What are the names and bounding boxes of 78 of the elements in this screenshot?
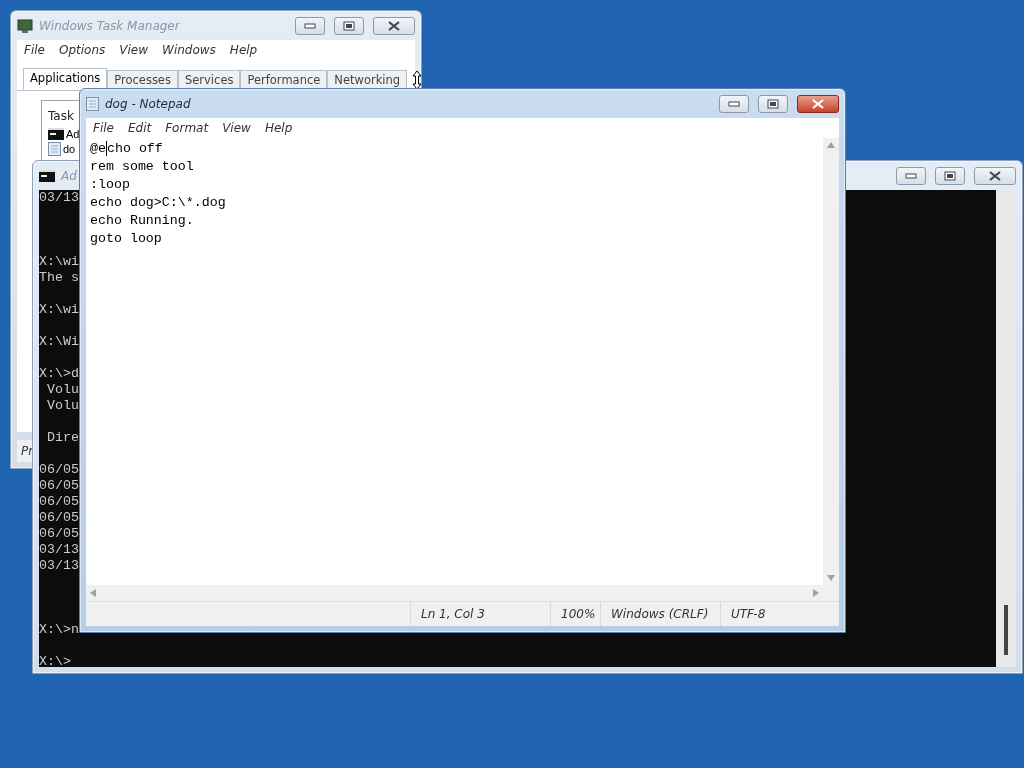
status-text: UTF-8 (720, 602, 839, 626)
menu-item[interactable]: Help (222, 43, 265, 57)
notepad-icon (86, 96, 99, 111)
menu-item[interactable]: File (17, 43, 52, 57)
console-line: 06/05 (39, 462, 79, 478)
menu-item[interactable]: View (215, 121, 258, 135)
close-icon (989, 170, 1001, 181)
console-line: Dire (45, 430, 79, 446)
console-line: Volu (45, 382, 79, 398)
tab[interactable]: Networking (327, 70, 408, 90)
minimize-icon (304, 22, 316, 29)
scroll-up-icon[interactable] (827, 142, 835, 148)
task-item[interactable]: Ad (66, 127, 80, 140)
menu-item[interactable]: Help (257, 121, 300, 135)
scroll-right-icon[interactable] (813, 589, 819, 597)
close-icon (812, 98, 824, 109)
tab[interactable]: Processes (107, 70, 178, 90)
maximize-button[interactable] (758, 94, 788, 113)
console-icon (39, 169, 55, 182)
maximize-icon (767, 98, 779, 109)
console-line: The s (39, 270, 79, 286)
scrollbar[interactable] (996, 190, 1016, 667)
text-line: @e cho off (90, 140, 164, 158)
console-line: X:\> (39, 654, 71, 667)
horizontal-scrollbar[interactable] (86, 585, 823, 601)
close-button[interactable] (974, 166, 1016, 185)
window-title: Windows Task Manager (39, 18, 180, 33)
close-button[interactable] (373, 16, 415, 35)
menu-item[interactable]: File (86, 121, 121, 135)
console-line: X:\wi (39, 302, 79, 318)
minimize-button[interactable] (896, 166, 926, 185)
minimize-icon (905, 172, 917, 179)
menu-item[interactable]: View (112, 43, 155, 57)
console-line: X:\wi (39, 254, 79, 270)
minimize-button[interactable] (719, 94, 749, 113)
maximize-button[interactable] (334, 16, 364, 35)
notepad-icon (48, 141, 61, 156)
console-line: X:\>d (39, 366, 79, 382)
window-title: Ad (61, 168, 77, 183)
menu-item[interactable]: Windows (155, 43, 223, 57)
maximize-button[interactable] (935, 166, 965, 185)
console-line: 06/05 (39, 526, 79, 542)
console-line: Volu (45, 398, 79, 414)
console-line: 06/05 (39, 494, 79, 510)
console-line: 06/05 (39, 510, 79, 526)
scroll-down-icon[interactable] (827, 575, 835, 581)
text-line: :loop (90, 176, 131, 194)
console-line: X:\>n (39, 622, 79, 638)
text-line: echo Running. (90, 212, 195, 230)
console-line: 03/13 (39, 542, 79, 558)
close-icon (388, 20, 400, 31)
column-header[interactable]: Task (48, 109, 74, 123)
text-line: echo dog>C:\*.dog (90, 194, 227, 212)
close-button[interactable] (797, 94, 839, 113)
menu-item[interactable]: Options (51, 43, 113, 57)
monitor-icon (17, 18, 33, 33)
console-icon (48, 127, 64, 140)
menu-item[interactable]: Format (158, 121, 216, 135)
maximize-icon (944, 170, 956, 181)
vertical-scrollbar[interactable] (823, 138, 839, 585)
scroll-left-icon[interactable] (90, 589, 96, 597)
text-line: goto loop (90, 230, 163, 248)
status-text: Ln 1, Col 3 (410, 602, 550, 626)
task-item[interactable]: do (63, 142, 76, 155)
window-title: dog - Notepad (105, 96, 191, 111)
text-line: rem some tool (90, 158, 195, 176)
menu-item[interactable]: Edit (120, 121, 159, 135)
tab[interactable]: Performance (240, 70, 328, 90)
minimize-icon (728, 100, 740, 107)
status-text: 100% (550, 602, 600, 626)
maximize-icon (343, 20, 355, 31)
status-text: Windows (CRLF) (600, 602, 720, 626)
console-line: 03/13 (39, 558, 79, 574)
console-line: X:\Wi (39, 334, 79, 350)
tab[interactable]: Applications (23, 68, 108, 90)
minimize-button[interactable] (295, 16, 325, 35)
console-line: 03/13 (39, 190, 79, 206)
console-line: 06/05 (39, 478, 79, 494)
